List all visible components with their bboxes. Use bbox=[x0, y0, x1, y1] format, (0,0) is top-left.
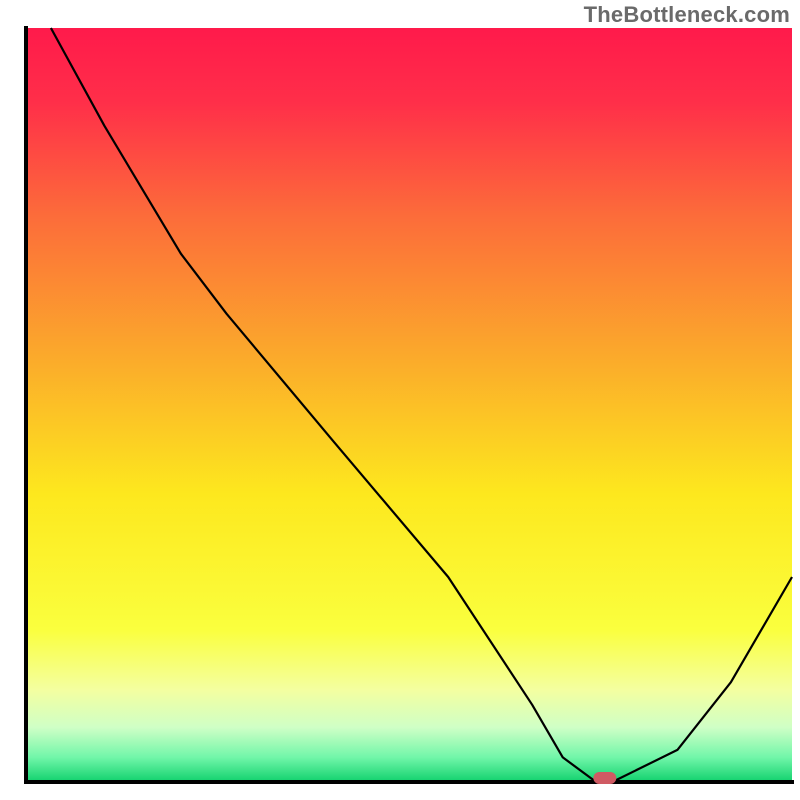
watermark-text: TheBottleneck.com bbox=[584, 2, 790, 28]
optimal-range-marker bbox=[593, 772, 616, 784]
plot-background bbox=[28, 28, 792, 780]
bottleneck-chart: TheBottleneck.com bbox=[0, 0, 800, 800]
chart-canvas bbox=[0, 0, 800, 800]
